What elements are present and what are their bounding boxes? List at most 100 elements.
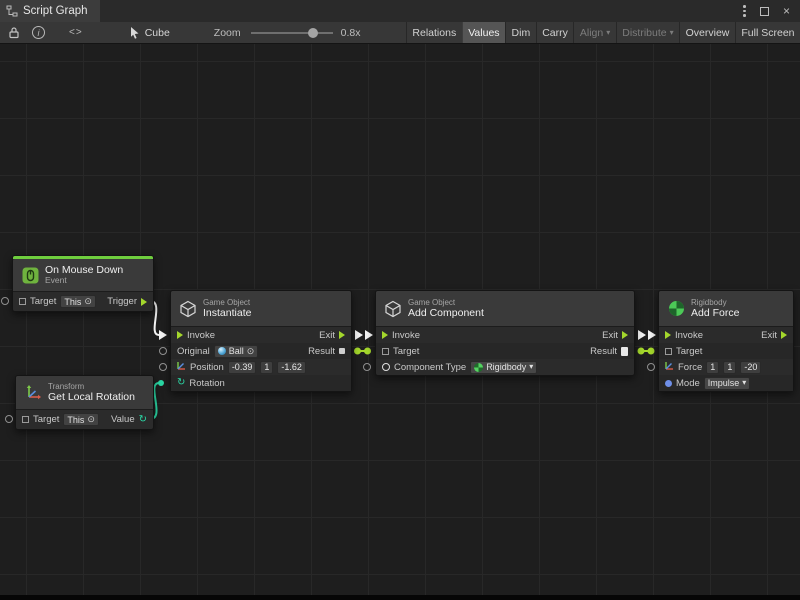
window-bottom-edge [0,595,800,600]
quaternion-output-port[interactable]: ↻ [139,415,147,425]
value-input-port[interactable] [159,363,167,371]
flow-output-port[interactable] [622,331,628,339]
flow-input-port[interactable] [177,331,183,339]
port-row: Mode Impulse ▾ [659,375,793,391]
component-type-dropdown[interactable]: Rigidbody ▾ [470,361,537,374]
relations-button[interactable]: Relations [406,22,462,43]
target-object-field[interactable]: This ⊙ [60,295,96,308]
node-header: On Mouse Down Event [13,259,153,292]
value-input-port[interactable] [1,297,9,305]
port-row: Invoke Exit [376,327,634,343]
force-z-input[interactable]: -20 [740,361,761,374]
value-input-port[interactable] [647,363,655,371]
position-y-input[interactable]: 1 [260,361,273,374]
carry-button[interactable]: Carry [536,22,574,43]
node-header: Game Object Instantiate [171,291,351,327]
graph-canvas[interactable]: On Mouse Down Event Target This ⊙ [0,44,800,600]
rigidbody-icon [667,300,685,318]
flow-output-port[interactable] [781,331,787,339]
object-picker-icon[interactable]: ⊙ [84,297,92,306]
caret-down-icon: ▾ [670,29,674,37]
node-add-force[interactable]: Rigidbody Add Force Invoke Exit [658,290,794,392]
target-label: Target [33,414,59,425]
port-row: Target [659,343,793,359]
value-input-port[interactable] [5,415,13,423]
flow-output-port[interactable] [339,331,345,339]
force-mode-dropdown[interactable]: Impulse ▾ [704,377,751,390]
flow-input-port[interactable] [665,331,671,339]
fullscreen-button[interactable]: Full Screen [735,22,800,43]
target-object-field[interactable]: This ⊙ [63,413,99,426]
node-instantiate[interactable]: Game Object Instantiate Invoke Exit [170,290,352,392]
script-graph-window: Script Graph × i <> Cube Zoom 0.8x Relat… [0,0,800,600]
cursor-icon [129,26,140,39]
component-result-port[interactable] [621,347,628,356]
result-label: Result [590,346,617,357]
target-value: This [67,415,84,425]
node-get-local-rotation[interactable]: Transform Get Local Rotation Target This… [15,375,154,430]
port-row: Target Result [376,343,634,359]
node-title: Get Local Rotation [48,391,135,403]
position-z-input[interactable]: -1.62 [277,361,306,374]
info-icon[interactable]: i [32,26,45,39]
force-mode-value: Impulse [708,378,740,388]
distribute-button[interactable]: Distribute ▾ [616,22,679,43]
port-row: Component Type Rigidbody ▾ [376,359,634,375]
invoke-label: Invoke [675,330,703,341]
node-header: Game Object Add Component [376,291,634,327]
game-object-icon [384,300,402,318]
enum-type-icon [665,380,672,387]
caret-down-icon: ▾ [742,379,746,387]
menu-icon[interactable] [743,5,746,17]
vector3-icon [665,361,674,373]
dim-button[interactable]: Dim [505,22,536,43]
result-output-port[interactable] [339,348,345,354]
align-label: Align [580,27,603,39]
maximize-icon[interactable] [760,7,769,16]
node-category: Game Object [408,298,484,307]
node-subtitle: Event [45,276,123,286]
toolbar-buttons: Relations Values Dim Carry Align ▾ Distr… [406,22,800,43]
value-label: Value [111,414,135,425]
graph-context[interactable]: Cube [129,26,170,39]
game-object-type-icon [22,416,29,423]
zoom-slider-track [251,32,333,34]
invoke-label: Invoke [187,330,215,341]
object-picker-icon[interactable]: ⊙ [87,415,95,424]
object-picker-icon[interactable]: ⊙ [247,347,255,356]
lock-icon[interactable] [8,26,20,39]
quaternion-input-port[interactable]: ↻ [177,378,185,388]
zoom-slider-thumb[interactable] [308,28,318,38]
force-y-input[interactable]: 1 [723,361,736,374]
code-icon[interactable]: <> [69,27,83,38]
vector3-icon [177,361,186,373]
node-title: Add Force [691,307,739,319]
value-input-port[interactable] [159,347,167,355]
values-button[interactable]: Values [462,22,505,43]
target-label: Target [676,346,702,357]
value-input-port[interactable] [363,363,371,371]
close-icon[interactable]: × [783,5,790,17]
type-icon [382,363,390,371]
node-on-mouse-down[interactable]: On Mouse Down Event Target This ⊙ [12,255,154,312]
zoom-label: Zoom [214,27,241,39]
original-object-field[interactable]: Ball ⊙ [214,345,259,358]
flow-output-port[interactable] [141,298,147,306]
component-type-value: Rigidbody [486,362,526,372]
overview-button[interactable]: Overview [679,22,735,43]
game-object-type-icon [665,348,672,355]
target-value: This [64,297,81,307]
node-add-component[interactable]: Game Object Add Component Invoke Exit [375,290,635,376]
port-row: Target This ⊙ Value ↻ [16,410,153,429]
window-tab[interactable]: Script Graph [0,0,100,22]
node-category: Rigidbody [691,298,739,307]
original-label: Original [177,346,210,357]
flow-input-port[interactable] [382,331,388,339]
align-button[interactable]: Align ▾ [573,22,615,43]
titlebar-spacer [100,0,744,22]
exit-label: Exit [319,330,335,341]
zoom-slider[interactable] [251,27,333,39]
exit-label: Exit [602,330,618,341]
force-x-input[interactable]: 1 [706,361,719,374]
position-x-input[interactable]: -0.39 [228,361,257,374]
